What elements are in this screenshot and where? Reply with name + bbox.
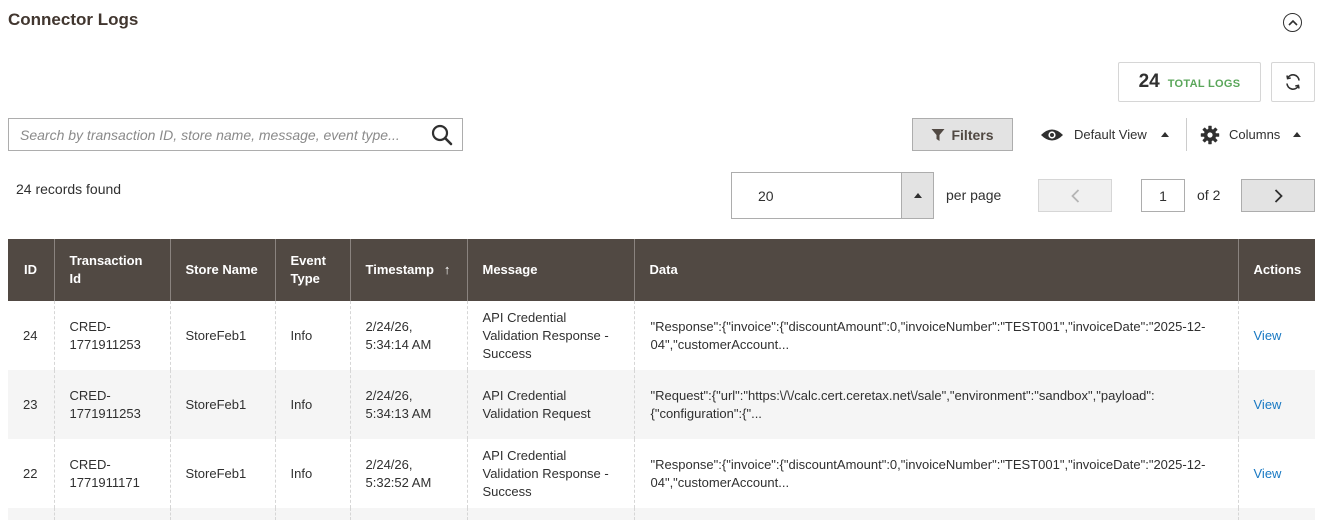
total-logs-count: 24 [1138,71,1160,92]
logs-table: ID Transaction Id Store Name Event Type … [8,239,1315,520]
filters-button[interactable]: Filters [912,118,1013,151]
column-header-store-name[interactable]: Store Name [169,239,275,301]
columns-label: Columns [1229,127,1281,142]
table-row: 22 CRED-1771911171 StoreFeb1 Info 2/24/2… [8,439,1315,508]
chevron-up-circle-icon [1287,19,1298,26]
per-page-toggle[interactable] [901,173,933,218]
eye-icon [1041,129,1063,140]
total-logs-counter: 24 TOTAL LOGS [1118,62,1261,102]
cell-id: 22 [23,465,38,481]
toolbar-divider [1186,118,1187,151]
column-header-timestamp[interactable]: Timestamp ↑ [349,239,467,301]
cell-id: 24 [23,327,38,343]
page-title: Connector Logs [8,10,139,29]
caret-up-icon [913,193,922,198]
column-header-id[interactable]: ID [8,239,54,301]
cell-message: API Credential Validation Response - Suc… [466,439,634,508]
search-input[interactable] [9,119,422,150]
cell-store-name: StoreFeb1 [169,301,275,370]
chevron-right-icon [1274,188,1283,203]
chevron-left-icon [1070,188,1079,203]
view-link[interactable]: View [1254,466,1282,481]
collapse-button[interactable] [1283,13,1302,32]
cell-event-type: Info [274,370,350,439]
per-page-select[interactable]: 20 [731,172,934,219]
cell-timestamp: 2/24/26, 5:34:14 AM [349,301,467,370]
view-link[interactable]: View [1254,328,1282,343]
table-row [8,508,1315,520]
column-header-timestamp-label: Timestamp [365,262,434,277]
cell-timestamp: 2/24/26, 5:34:13 AM [349,370,467,439]
cell-actions: View [1237,301,1315,370]
per-page-value: 20 [758,187,774,204]
cell-timestamp: 2/24/26, 5:32:52 AM [349,439,467,508]
filters-label: Filters [951,126,994,143]
cell-data: "Response":{"invoice":{"discountAmount":… [633,439,1238,508]
column-header-data[interactable]: Data [633,239,1238,301]
caret-up-icon [1160,132,1169,137]
view-link[interactable]: View [1254,397,1282,412]
previous-page-button[interactable] [1038,179,1112,212]
cell-event-type: Info [274,301,350,370]
cell-transaction-id: CRED-1771911171 [53,439,170,508]
column-header-transaction-id[interactable]: Transaction Id [53,239,170,301]
table-row: 24 CRED-1771911253 StoreFeb1 Info 2/24/2… [8,301,1315,370]
next-page-button[interactable] [1241,179,1315,212]
columns-dropdown[interactable]: Columns [1200,118,1302,151]
cell-transaction-id: CRED-1771911253 [53,301,170,370]
cell-transaction-id: CRED-1771911253 [53,370,170,439]
table-header-row: ID Transaction Id Store Name Event Type … [8,239,1315,301]
column-header-actions[interactable]: Actions [1237,239,1315,301]
default-view-dropdown[interactable]: Default View [1040,118,1169,151]
sort-ascending-icon: ↑ [443,262,451,277]
column-header-event-type[interactable]: Event Type [274,239,350,301]
cell-store-name: StoreFeb1 [169,439,275,508]
cell-event-type: Info [274,439,350,508]
cell-actions: View [1237,439,1315,508]
cell-id: 23 [23,396,38,412]
search-icon[interactable] [422,119,462,150]
refresh-icon [1286,74,1300,90]
page-number-input[interactable] [1141,179,1185,212]
page-total: of 2 [1197,187,1221,203]
refresh-button[interactable] [1271,62,1315,102]
cell-data: "Request":{"url":"https:\/\/calc.cert.ce… [633,370,1238,439]
search-box [8,118,463,151]
funnel-icon [931,128,945,141]
cell-data: "Response":{"invoice":{"discountAmount":… [633,301,1238,370]
cell-message: API Credential Validation Request [466,370,634,439]
gear-icon [1200,125,1220,144]
records-found: 24 records found [16,181,122,197]
per-page-label: per page [946,187,1002,203]
cell-actions: View [1237,370,1315,439]
default-view-label: Default View [1074,127,1147,142]
caret-up-icon [1293,132,1302,137]
cell-message: API Credential Validation Response - Suc… [466,301,634,370]
total-logs-label: TOTAL LOGS [1167,77,1241,90]
table-row: 23 CRED-1771911253 StoreFeb1 Info 2/24/2… [8,370,1315,439]
column-header-message[interactable]: Message [466,239,634,301]
cell-store-name: StoreFeb1 [169,370,275,439]
